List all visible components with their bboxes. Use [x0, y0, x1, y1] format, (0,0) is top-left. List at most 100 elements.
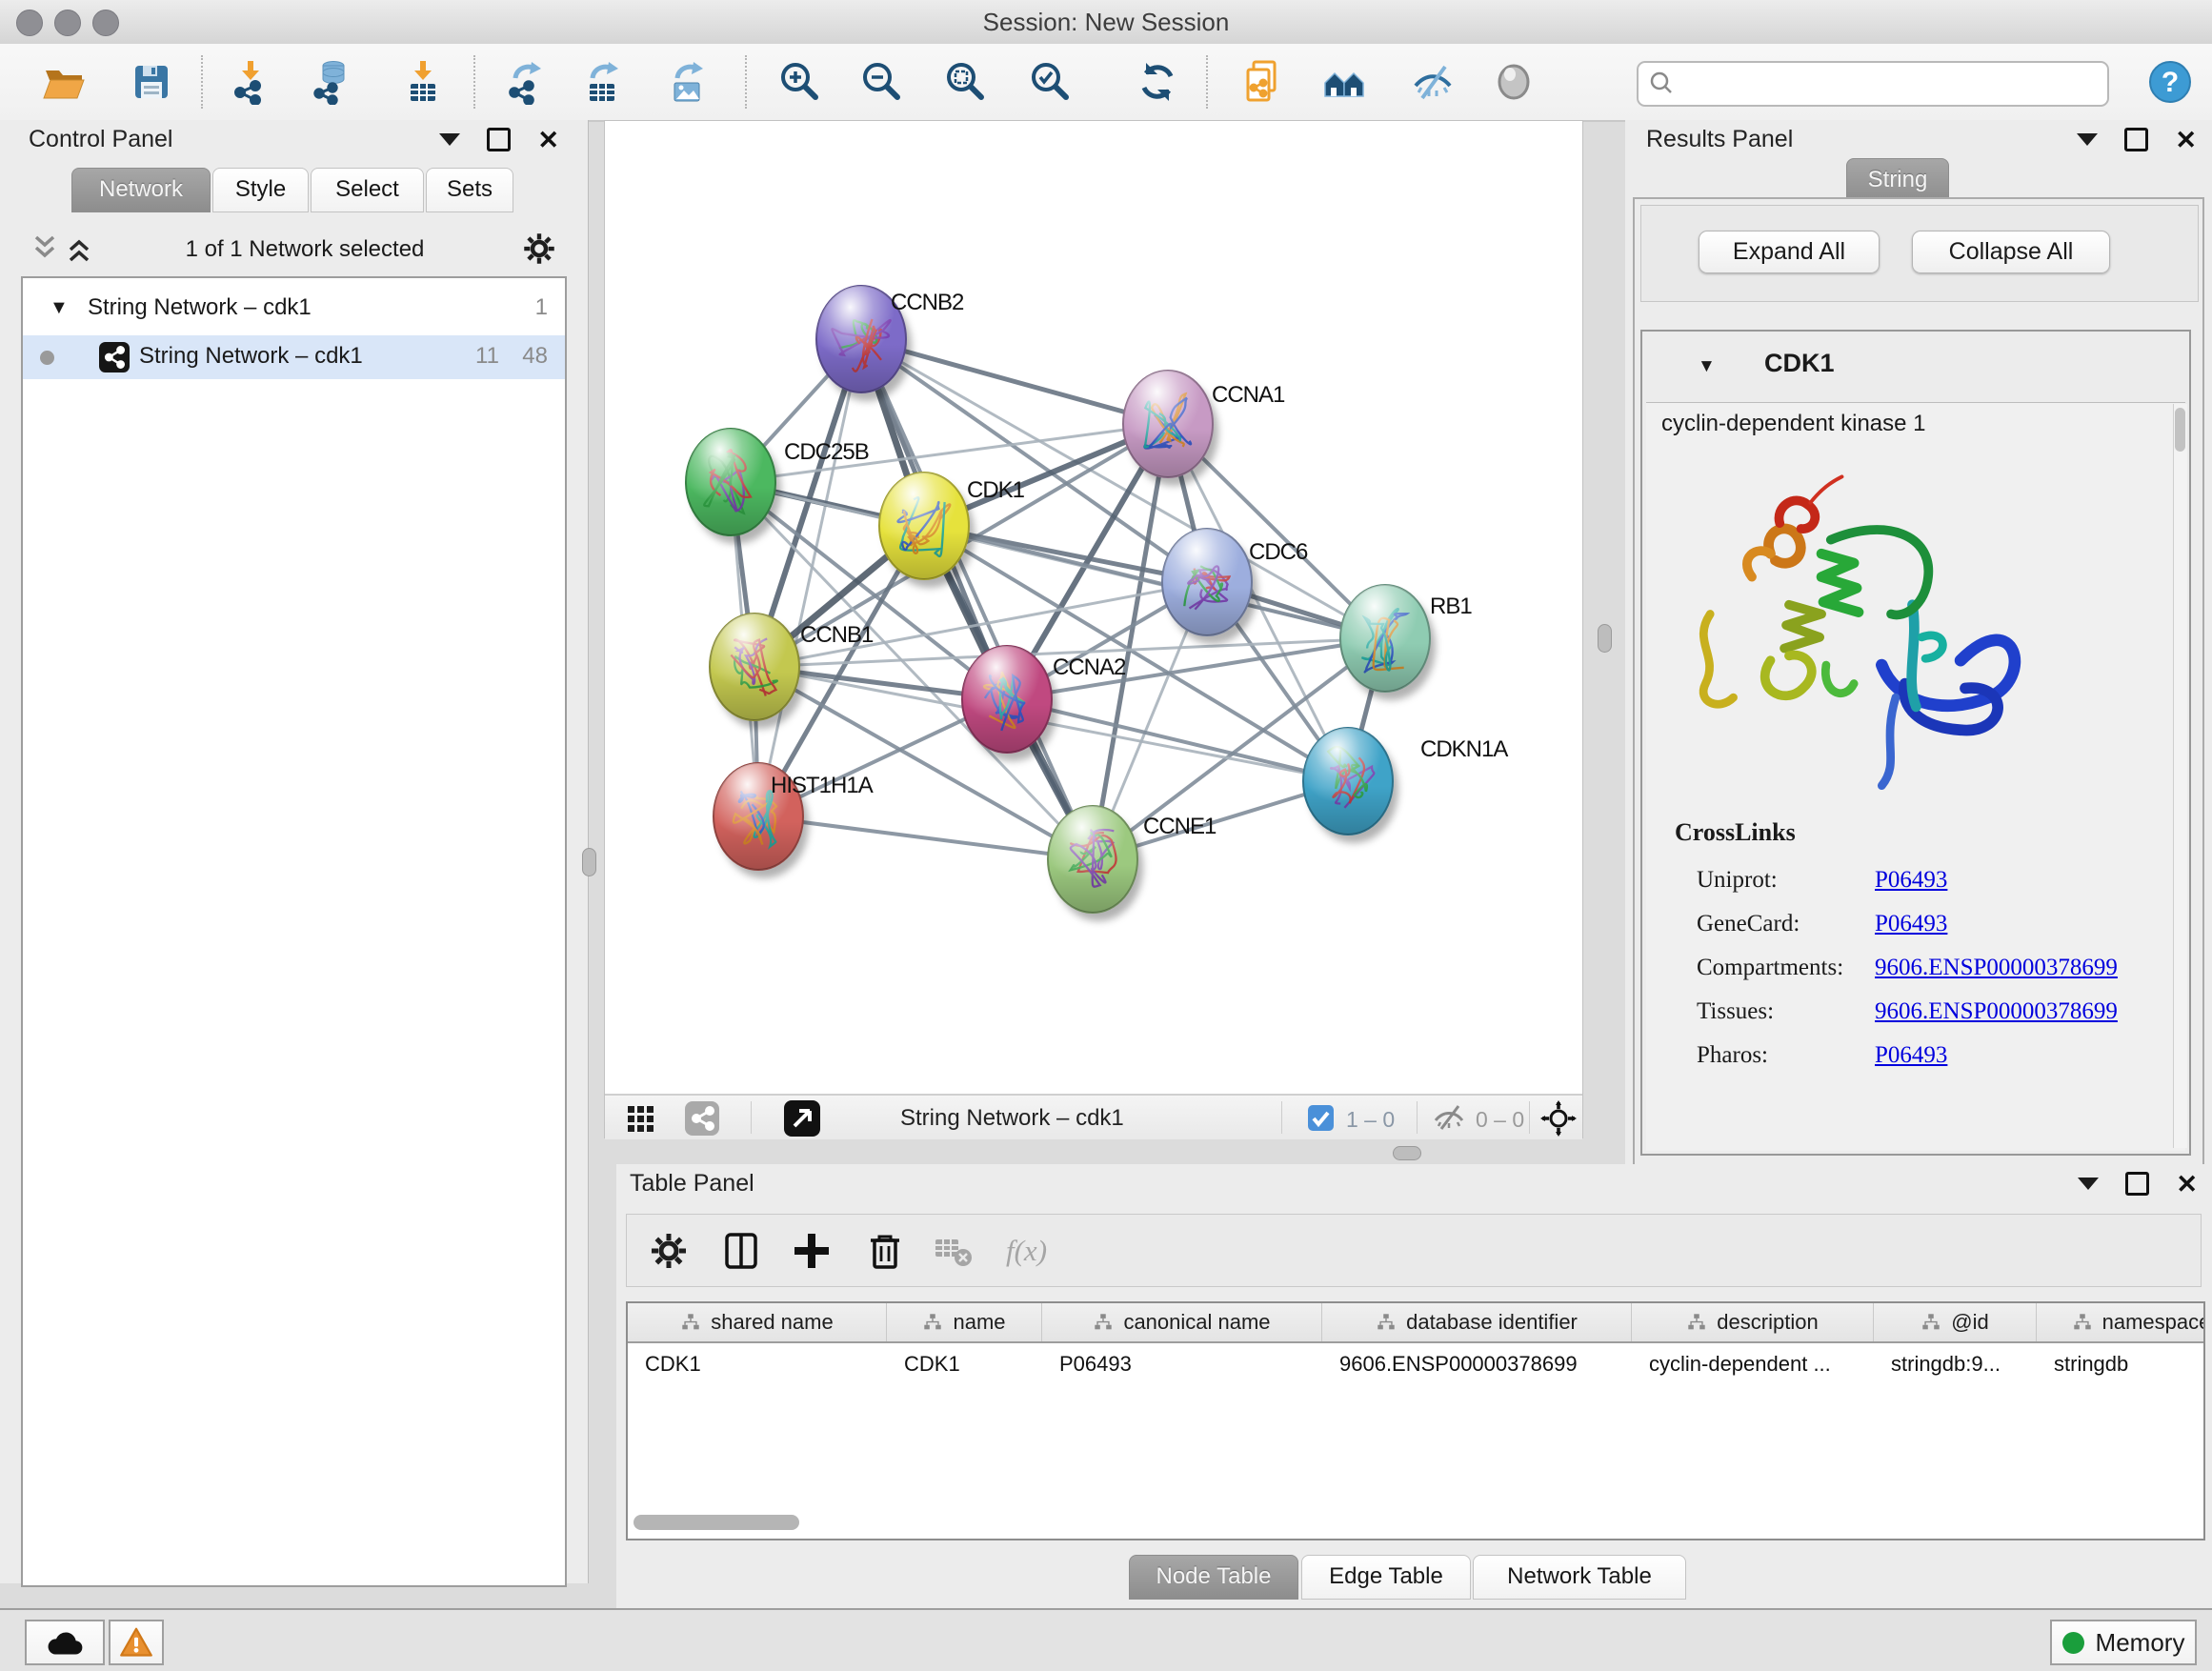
network-node-CDK1[interactable]: CDK1	[879, 473, 1025, 588]
share-gray-icon[interactable]	[685, 1101, 719, 1136]
column-header-name[interactable]: name	[887, 1303, 1042, 1341]
network-node-CDC6[interactable]: CDC6	[1162, 529, 1308, 644]
cloud-button[interactable]	[25, 1620, 105, 1665]
document-share-icon[interactable]	[1240, 59, 1286, 105]
zoom-selected-icon[interactable]	[1027, 59, 1073, 105]
layout-refresh-icon[interactable]	[1135, 59, 1180, 105]
crosslink-link[interactable]: P06493	[1875, 911, 1947, 937]
column-header-description[interactable]: description	[1632, 1303, 1874, 1341]
save-session-icon[interactable]	[129, 59, 174, 105]
results-scrollbar[interactable]	[2173, 404, 2187, 1148]
collapse-all-button[interactable]: Collapse All	[1912, 231, 2110, 273]
collection-count: 1	[535, 294, 548, 321]
column-header--id[interactable]: @id	[1874, 1303, 2037, 1341]
table-cell[interactable]: 9606.ENSP00000378699	[1322, 1343, 1632, 1385]
network-node-CCNA2[interactable]: CCNA2	[962, 646, 1126, 761]
network-row-selected[interactable]: String Network – cdk1 11 48	[23, 335, 565, 379]
network-edge[interactable]	[861, 339, 1093, 859]
scrollbar-thumb[interactable]	[2175, 408, 2185, 452]
panel-collapse-icon[interactable]	[2078, 1178, 2099, 1190]
network-canvas[interactable]: CCNB2CCNA1CDC25BCDK1CDC6RB1CCNB1CCNA2CDK…	[605, 121, 1580, 1092]
panel-float-icon[interactable]	[487, 128, 511, 151]
right-splitter-handle[interactable]	[1598, 624, 1612, 653]
tab-node-table[interactable]: Node Table	[1129, 1555, 1298, 1600]
table-cell[interactable]: CDK1	[628, 1343, 887, 1385]
tab-edge-table[interactable]: Edge Table	[1301, 1555, 1471, 1600]
network-node-HIST1H1A[interactable]: HIST1H1A	[714, 763, 874, 878]
tab-select[interactable]: Select	[311, 168, 424, 212]
panel-float-icon[interactable]	[2124, 128, 2148, 151]
tab-network[interactable]: Network	[71, 168, 211, 212]
crosslink-link[interactable]: P06493	[1875, 1042, 1947, 1069]
zoom-fit-icon[interactable]	[942, 59, 988, 105]
panel-close-icon[interactable]: ✕	[2176, 1174, 2198, 1195]
network-node-CCNE1[interactable]: CCNE1	[1048, 806, 1217, 921]
panel-close-icon[interactable]: ✕	[537, 130, 559, 151]
open-session-icon[interactable]	[41, 59, 87, 105]
import-network-file-icon[interactable]	[228, 59, 273, 105]
network-node-CCNA1[interactable]: CCNA1	[1123, 371, 1285, 486]
expander-icon[interactable]: ▼	[50, 297, 69, 319]
show-columns-icon[interactable]	[718, 1228, 764, 1274]
crosshair-icon[interactable]	[1540, 1100, 1577, 1137]
panel-close-icon[interactable]: ✕	[2175, 130, 2197, 151]
network-node-CDC25B[interactable]: CDC25B	[686, 429, 869, 544]
protein-section-header[interactable]: ▼ CDK1	[1642, 332, 2189, 400]
warning-button[interactable]	[109, 1620, 164, 1665]
table-cell[interactable]: stringdb:9...	[1874, 1343, 2037, 1385]
tab-string[interactable]: String	[1846, 158, 1949, 203]
table-cell[interactable]: cyclin-dependent ...	[1632, 1343, 1874, 1385]
network-edge[interactable]	[758, 339, 861, 816]
column-header-database-identifier[interactable]: database identifier	[1322, 1303, 1632, 1341]
network-collection-row[interactable]: ▼ String Network – cdk1 1	[23, 290, 565, 330]
network-node-RB1[interactable]: RB1	[1340, 585, 1472, 700]
export-network-icon[interactable]	[502, 59, 548, 105]
tab-style[interactable]: Style	[212, 168, 309, 212]
birdseye-icon[interactable]	[784, 1100, 820, 1137]
expand-all-icon[interactable]	[63, 232, 95, 265]
delete-column-icon[interactable]	[862, 1228, 908, 1274]
memory-button[interactable]: Memory	[2050, 1620, 2197, 1665]
import-network-database-icon[interactable]	[309, 59, 354, 105]
houses-icon[interactable]	[1321, 59, 1367, 105]
grid-icon[interactable]	[626, 1103, 656, 1134]
node-table[interactable]: shared namenamecanonical namedatabase id…	[626, 1301, 2205, 1540]
eye-slash-icon[interactable]	[1410, 59, 1456, 105]
tab-network-table[interactable]: Network Table	[1473, 1555, 1686, 1600]
expander-icon[interactable]: ▼	[1698, 356, 1716, 377]
network-node-CCNB1[interactable]: CCNB1	[710, 614, 874, 729]
table-cell[interactable]: P06493	[1042, 1343, 1322, 1385]
panel-float-icon[interactable]	[2125, 1172, 2149, 1196]
bottom-splitter-handle[interactable]	[1393, 1146, 1421, 1160]
table-row[interactable]: CDK1CDK1P064939606.ENSP00000378699cyclin…	[628, 1343, 2205, 1385]
import-table-icon[interactable]	[400, 59, 446, 105]
gear-icon[interactable]	[646, 1228, 692, 1274]
panel-collapse-icon[interactable]	[2077, 133, 2098, 146]
network-node-CDKN1A[interactable]: CDKN1A	[1303, 728, 1508, 843]
left-splitter-handle[interactable]	[582, 848, 596, 876]
crosslink-link[interactable]: 9606.ENSP00000378699	[1875, 998, 2118, 1025]
export-table-icon[interactable]	[579, 59, 625, 105]
crosslink-link[interactable]: P06493	[1875, 867, 1947, 894]
glass-sphere-icon[interactable]	[1491, 59, 1537, 105]
column-header-canonical-name[interactable]: canonical name	[1042, 1303, 1322, 1341]
zoom-in-icon[interactable]	[776, 59, 822, 105]
gear-icon[interactable]	[519, 229, 559, 269]
table-cell[interactable]: CDK1	[887, 1343, 1042, 1385]
horizontal-scrollbar-thumb[interactable]	[633, 1515, 799, 1530]
expand-all-button[interactable]: Expand All	[1699, 231, 1880, 273]
crosslink-link[interactable]: 9606.ENSP00000378699	[1875, 955, 2118, 981]
tab-sets[interactable]: Sets	[426, 168, 513, 212]
export-image-icon[interactable]	[664, 59, 710, 105]
search-input[interactable]	[1680, 65, 2094, 99]
selected-checkbox-icon[interactable]	[1308, 1105, 1334, 1131]
column-header-shared-name[interactable]: shared name	[628, 1303, 887, 1341]
zoom-out-icon[interactable]	[858, 59, 904, 105]
collapse-all-icon[interactable]	[29, 232, 61, 265]
hidden-eye-slash-icon[interactable]	[1432, 1103, 1466, 1132]
help-icon[interactable]: ?	[2147, 59, 2193, 105]
column-header-namespace[interactable]: namespace	[2037, 1303, 2205, 1341]
panel-collapse-icon[interactable]	[439, 133, 460, 146]
add-column-icon[interactable]	[789, 1228, 835, 1274]
table-cell[interactable]: stringdb	[2037, 1343, 2205, 1385]
